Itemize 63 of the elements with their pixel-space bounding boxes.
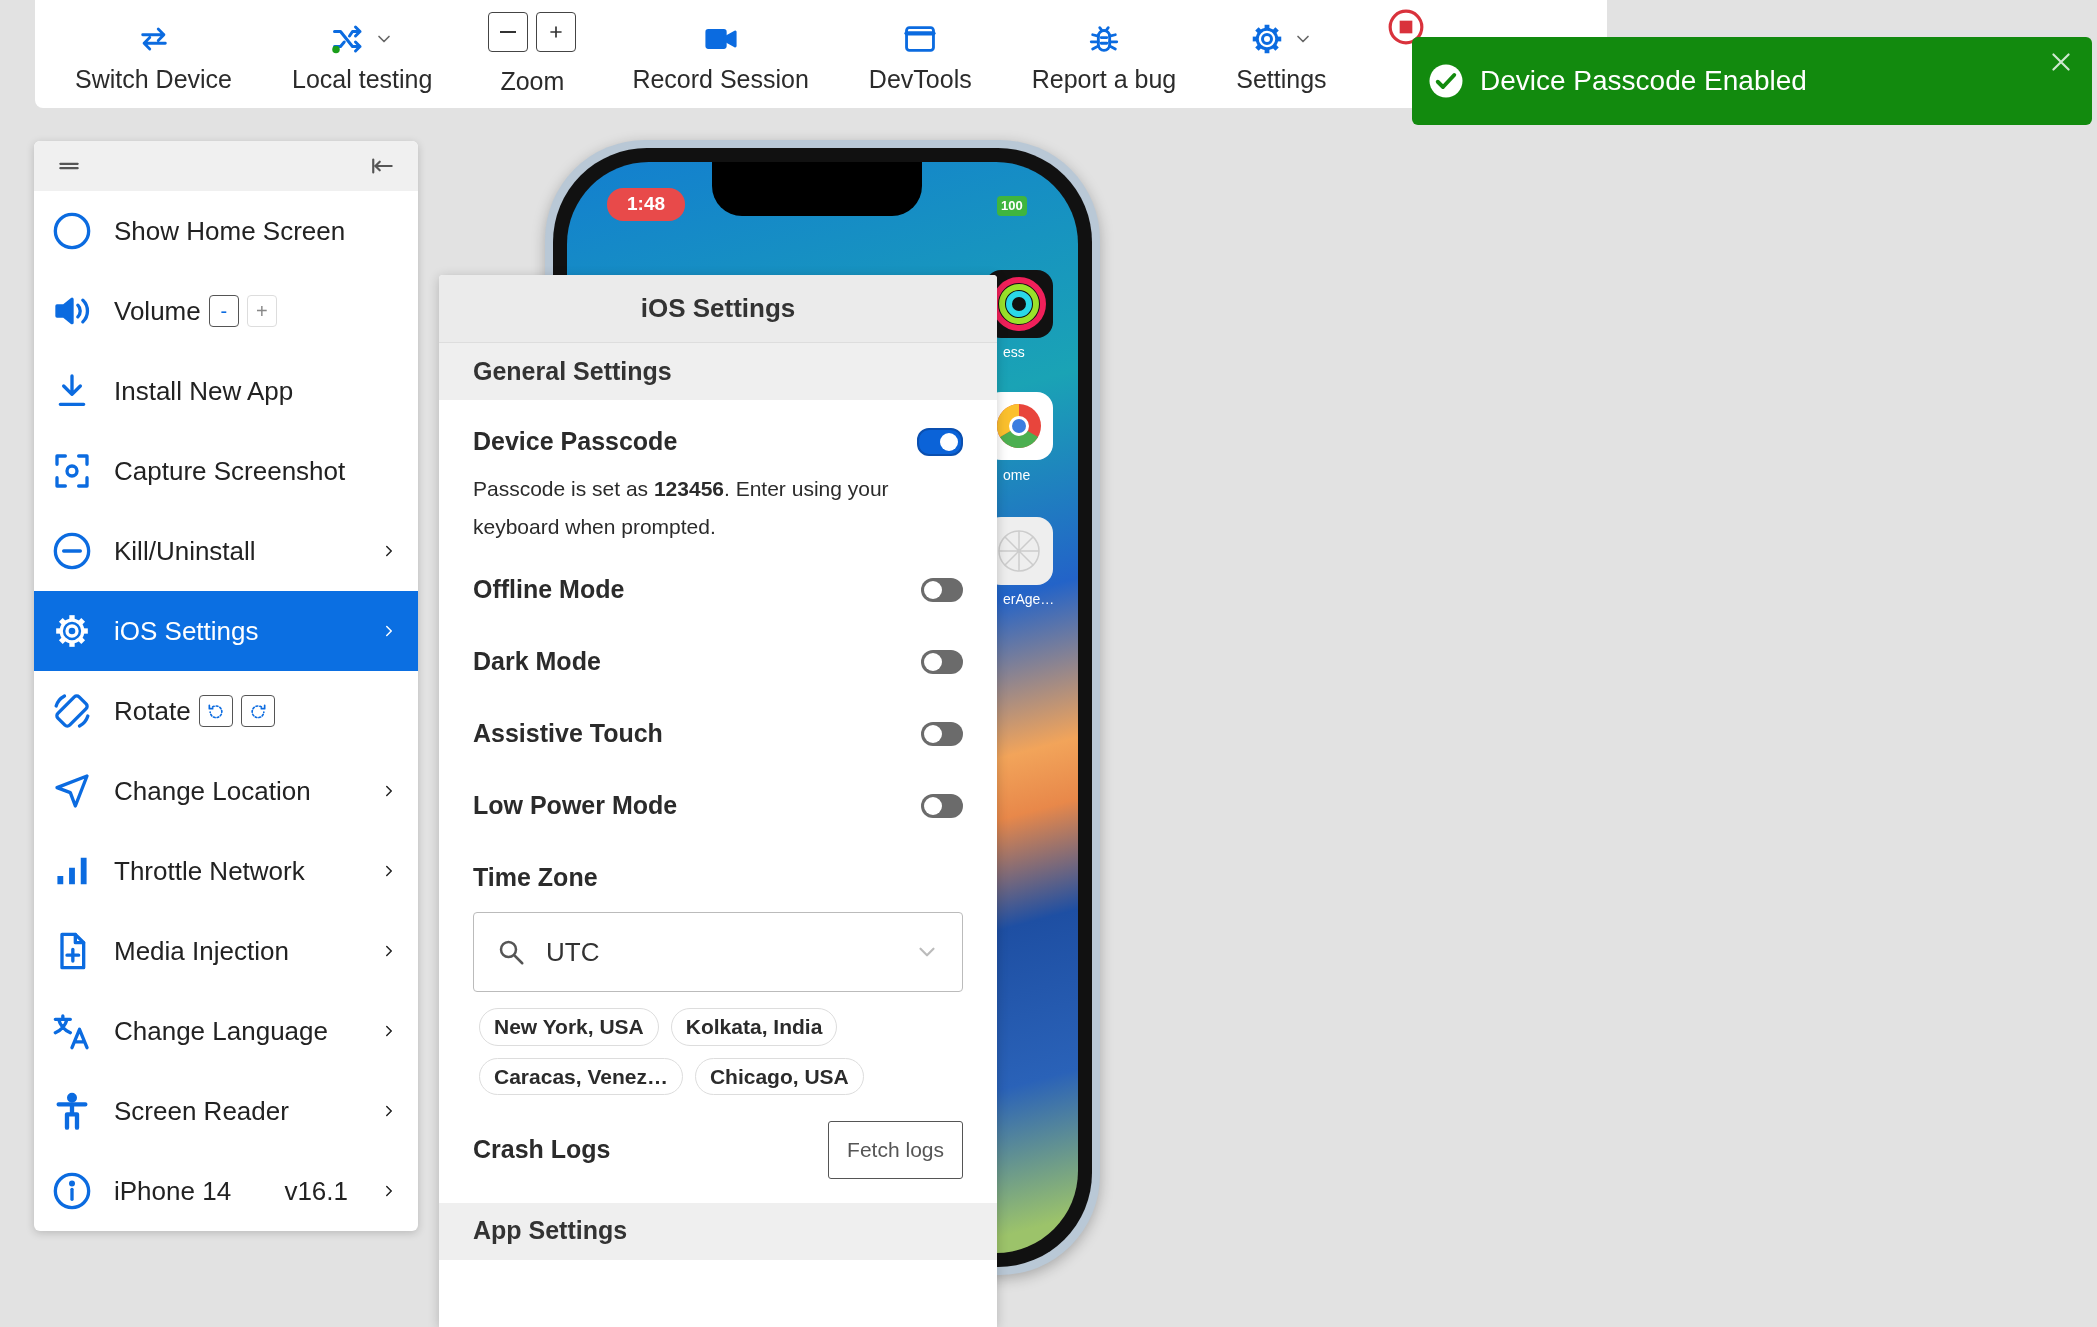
status-time: 1:48 <box>607 188 686 221</box>
sidebar-item[interactable]: Media Injection <box>34 911 418 991</box>
fetch-logs-button[interactable]: Fetch logs <box>828 1121 963 1179</box>
screenshot-icon <box>52 451 92 491</box>
toolbar-button[interactable]: DevTools <box>864 8 976 100</box>
sidebar-item[interactable]: Show Home Screen <box>34 191 418 271</box>
setting-label: Device Passcode <box>473 426 678 458</box>
app-label: ome <box>1003 466 1031 485</box>
setting-label: Crash Logs <box>473 1134 611 1165</box>
zoom-in-button[interactable] <box>536 12 577 53</box>
version-text: v16.1 <box>284 1174 348 1208</box>
toast-message: Device Passcode Enabled <box>1480 64 1807 98</box>
app-label: erAge… <box>1003 590 1055 609</box>
battery-level: 100 <box>997 196 1027 216</box>
sidebar-item[interactable]: Capture Screenshot <box>34 431 418 511</box>
panel-title: iOS Settings <box>439 275 997 343</box>
sidebar-item[interactable]: Throttle Network <box>34 831 418 911</box>
toolbar-menu-button[interactable]: Settings <box>1232 8 1331 100</box>
sidebar-item[interactable]: Kill/Uninstall <box>34 511 418 591</box>
sidebar-item[interactable]: iOS Settings <box>34 591 418 671</box>
app-label: ess <box>1003 343 1025 362</box>
circle-icon <box>52 211 92 251</box>
setting-label: Low Power Mode <box>473 790 678 822</box>
timezone-chip[interactable]: Caracas, Venez… <box>479 1057 683 1095</box>
location-arrow-icon <box>52 771 92 811</box>
timezone-chip[interactable]: Chicago, USA <box>694 1057 864 1095</box>
minus-circle-icon <box>52 531 92 571</box>
rotate-left-button[interactable] <box>198 695 233 727</box>
zoom-label: Zoom <box>500 66 565 98</box>
section-header: App Settings <box>439 1202 997 1260</box>
toolbar-button[interactable]: Report a bug <box>1027 8 1181 100</box>
zoom-out-button[interactable] <box>488 12 529 53</box>
toggle-switch[interactable] <box>921 578 963 602</box>
rotate-icon <box>52 691 92 731</box>
timezone-chip[interactable]: Kolkata, India <box>670 1008 838 1046</box>
check-circle-icon <box>1428 63 1464 99</box>
toolbar-button[interactable]: Record Session <box>628 8 813 100</box>
info-icon <box>52 1171 92 1211</box>
toolbar-menu-button[interactable]: Local testing <box>288 8 437 100</box>
setting-label: Time Zone <box>473 862 598 894</box>
rotate-right-button[interactable] <box>240 695 275 727</box>
setting-label: Assistive Touch <box>473 718 663 750</box>
minus-icon <box>500 31 517 34</box>
sidebar-item[interactable]: Install New App <box>34 351 418 431</box>
section-header: General Settings <box>439 343 997 400</box>
timezone-select[interactable]: UTC <box>473 912 963 992</box>
translate-icon <box>52 1011 92 1051</box>
toggle-switch[interactable] <box>921 794 963 818</box>
volume-step-button[interactable]: - <box>208 295 239 327</box>
setting-description: Passcode is set as 123456. Enter using your keyboard when prompted. <box>473 476 890 540</box>
setting-label: Offline Mode <box>473 574 625 606</box>
stop-icon <box>1386 8 1425 46</box>
toolbar-button[interactable]: Switch Device <box>71 8 236 100</box>
toggle-switch[interactable] <box>921 650 963 674</box>
sidebar-item[interactable]: Screen Reader <box>34 1071 418 1151</box>
sidebar-item[interactable]: iPhone 14 v16.1 <box>34 1151 418 1231</box>
sidebar-item[interactable]: Rotate <box>34 671 418 751</box>
sidebar-item[interactable]: Change Language <box>34 991 418 1071</box>
timezone-chip[interactable]: New York, USA <box>479 1008 659 1046</box>
toggle-switch[interactable] <box>917 428 963 456</box>
setting-label: Dark Mode <box>473 646 601 678</box>
sidebar-item[interactable]: Change Location <box>34 751 418 831</box>
toggle-switch[interactable] <box>921 722 963 746</box>
